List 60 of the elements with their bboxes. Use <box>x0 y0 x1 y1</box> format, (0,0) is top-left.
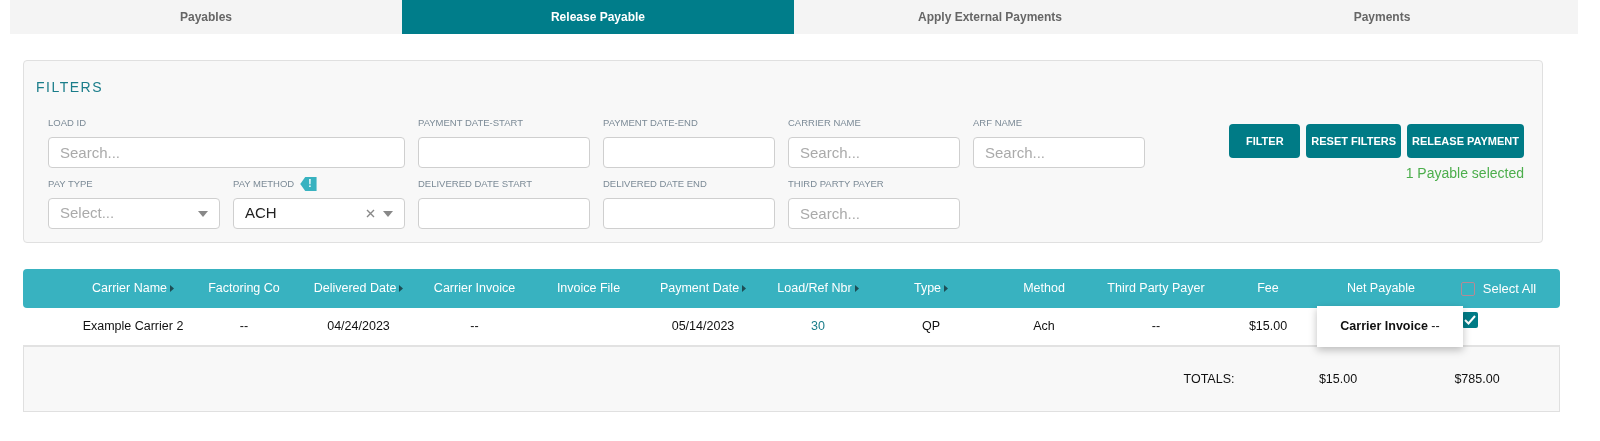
column-header: Third Party Payer <box>1107 280 1205 298</box>
column-header: Carrier Invoice <box>433 280 516 298</box>
select-field[interactable]: ACH <box>233 198 405 229</box>
tab[interactable]: Release Payable <box>402 0 794 34</box>
input-field[interactable]: Search... <box>788 198 960 229</box>
input-field[interactable]: Search... <box>788 137 960 168</box>
column-header: Net Payable <box>1346 280 1416 298</box>
column-header[interactable]: Payment Date <box>659 279 747 298</box>
table-cell-text: -- <box>239 318 249 336</box>
tooltip-text: Carrier Invoice -- <box>1340 318 1440 336</box>
field-label: DELIVERED DATE END <box>603 176 707 191</box>
input-field[interactable] <box>603 137 775 168</box>
input-field[interactable] <box>603 198 775 229</box>
action-button[interactable]: RESET FILTERS <box>1306 124 1402 158</box>
table-cell-text: -- <box>1151 318 1161 336</box>
warning-badge: ! <box>300 177 317 191</box>
field-label: LOAD ID <box>48 115 86 130</box>
total-fee: $15.00 <box>1318 370 1358 388</box>
table-cell-text: 05/14/2023 <box>671 318 735 336</box>
column-header: Invoice File <box>556 280 621 298</box>
table-cell-text: 04/24/2023 <box>327 318 390 336</box>
input-field[interactable]: Search... <box>973 137 1145 168</box>
field-label: PAYMENT DATE-START <box>418 115 524 130</box>
totals-label: TOTALS: <box>1183 370 1235 388</box>
input-field[interactable]: Search... <box>48 137 405 168</box>
tab[interactable]: Apply External Payments <box>794 0 1186 34</box>
column-header: Fee <box>1257 280 1279 298</box>
column-header: Method <box>1023 280 1065 298</box>
selection-count: 1 Payable selected <box>1405 164 1524 183</box>
column-header[interactable]: Type <box>913 279 949 298</box>
table-cell-text: QP <box>921 318 941 336</box>
column-header: Factoring Co <box>208 280 280 298</box>
field-label: PAY METHOD <box>233 176 295 191</box>
caret-icon <box>198 210 208 217</box>
input-field[interactable] <box>418 198 590 229</box>
column-header[interactable]: Load/Ref Nbr <box>777 279 859 298</box>
field-label: PAYMENT DATE-END <box>603 115 698 130</box>
table-cell-text: Example Carrier 2 <box>82 318 184 336</box>
field-label: CARRIER NAME <box>788 115 861 130</box>
clear-icon[interactable] <box>366 209 375 218</box>
total-net-payable: $785.00 <box>1454 370 1500 388</box>
column-header[interactable]: Carrier Name <box>92 279 174 298</box>
action-button[interactable]: RELEASE PAYMENT <box>1407 124 1524 158</box>
action-button[interactable]: FILTER <box>1229 124 1301 158</box>
select-all-label[interactable]: Select All <box>1482 278 1537 299</box>
caret-icon <box>383 210 393 217</box>
table-cell-text: -- <box>470 318 479 336</box>
table-cell-text: Ach <box>1033 318 1055 336</box>
tab[interactable]: Payments <box>1186 0 1578 34</box>
table-cell-text: $15.00 <box>1248 318 1288 336</box>
field-label: PAY TYPE <box>48 176 93 191</box>
field-label: THIRD PARTY PAYER <box>788 176 884 191</box>
field-label: DELIVERED DATE START <box>418 176 533 191</box>
column-header[interactable]: Delivered Date <box>313 279 404 298</box>
input-field[interactable] <box>418 137 590 168</box>
load-link[interactable]: 30 <box>811 317 825 336</box>
tab[interactable]: Payables <box>10 0 402 34</box>
checkbox[interactable] <box>1460 281 1475 296</box>
filters-title: FILTERS <box>36 78 104 97</box>
field-label: ARF NAME <box>973 115 1023 130</box>
